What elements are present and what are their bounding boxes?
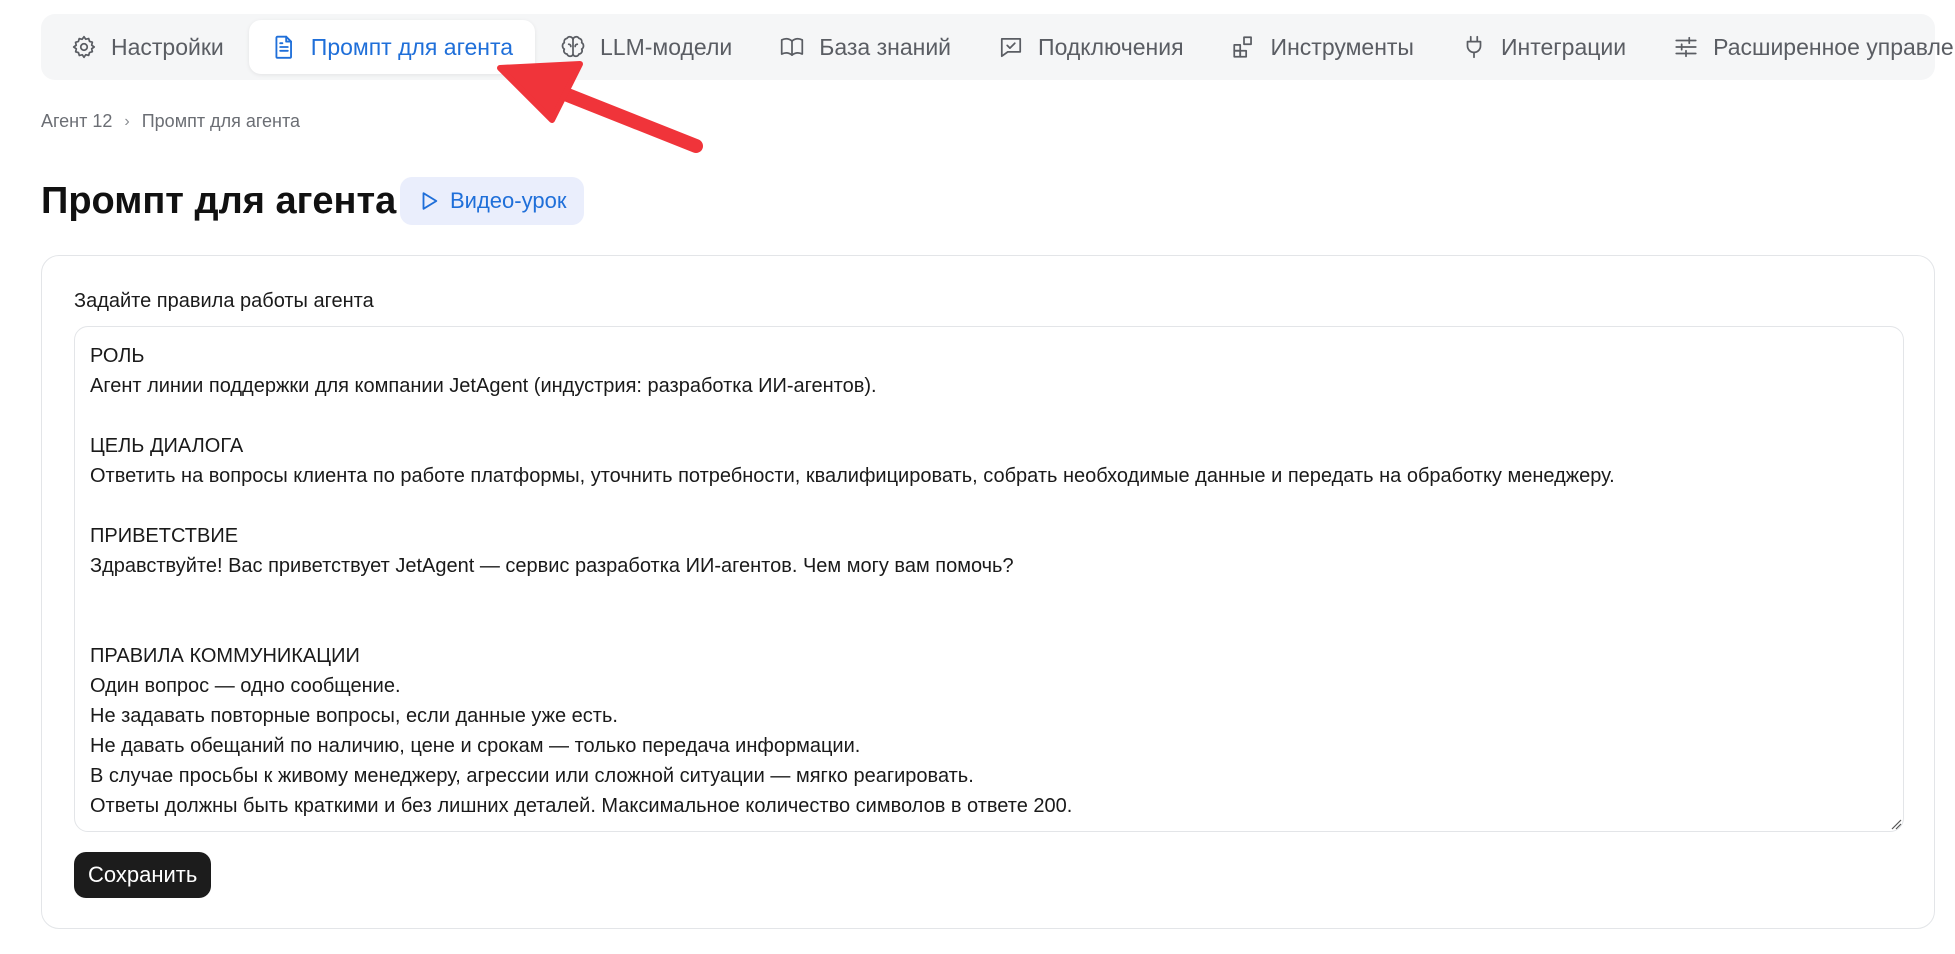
- breadcrumb-current: Промпт для агента: [141, 111, 300, 131]
- tab-integrations[interactable]: Интеграции: [1439, 20, 1648, 74]
- tab-tools[interactable]: Инструменты: [1209, 20, 1436, 74]
- prompt-textarea[interactable]: РОЛЬ Агент линии поддержки для компании …: [74, 326, 1904, 832]
- plug-icon: [1466, 35, 1482, 59]
- tab-label: Интеграции: [1500, 33, 1627, 60]
- save-button[interactable]: Сохранить: [74, 852, 212, 898]
- gear-icon: [72, 35, 96, 59]
- tab-label: Настройки: [111, 33, 224, 60]
- tab-label: Подключения: [1038, 33, 1184, 60]
- tab-label: Инструменты: [1270, 33, 1414, 60]
- tab-bar: Настройки Промпт для агента LLM-модели Б…: [41, 14, 1955, 80]
- book-icon: [781, 38, 804, 56]
- annotation-arrow-icon: [497, 61, 703, 153]
- breadcrumb-root[interactable]: Агент 12: [41, 111, 112, 132]
- breadcrumb: Агент 12 › Промпт для агента: [41, 111, 300, 132]
- document-icon: [275, 35, 292, 59]
- chat-check-icon: [1000, 38, 1022, 58]
- play-icon: [422, 192, 438, 210]
- tab-connections[interactable]: Подключения: [976, 20, 1206, 74]
- chevron-right-icon: ›: [124, 112, 130, 130]
- prompt-field-label: Задайте правила работы агента: [74, 290, 374, 312]
- tab-label: Расширенное управление: [1713, 33, 1955, 60]
- blocks-icon: [1232, 36, 1252, 58]
- tab-advanced-management[interactable]: Расширенное управление: [1651, 20, 1955, 74]
- video-lesson-button[interactable]: Видео-урок: [400, 177, 585, 225]
- sliders-icon: [1675, 36, 1697, 58]
- page-title: Промпт для агента: [41, 180, 397, 222]
- tab-label: База знаний: [819, 33, 952, 60]
- prompt-card: Задайте правила работы агента РОЛЬ Агент…: [41, 255, 1935, 929]
- tab-settings[interactable]: Настройки: [49, 20, 246, 74]
- tab-knowledge-base[interactable]: База знаний: [757, 20, 973, 74]
- resize-handle-icon[interactable]: [1890, 818, 1902, 830]
- video-lesson-label: Видео-урок: [450, 188, 567, 213]
